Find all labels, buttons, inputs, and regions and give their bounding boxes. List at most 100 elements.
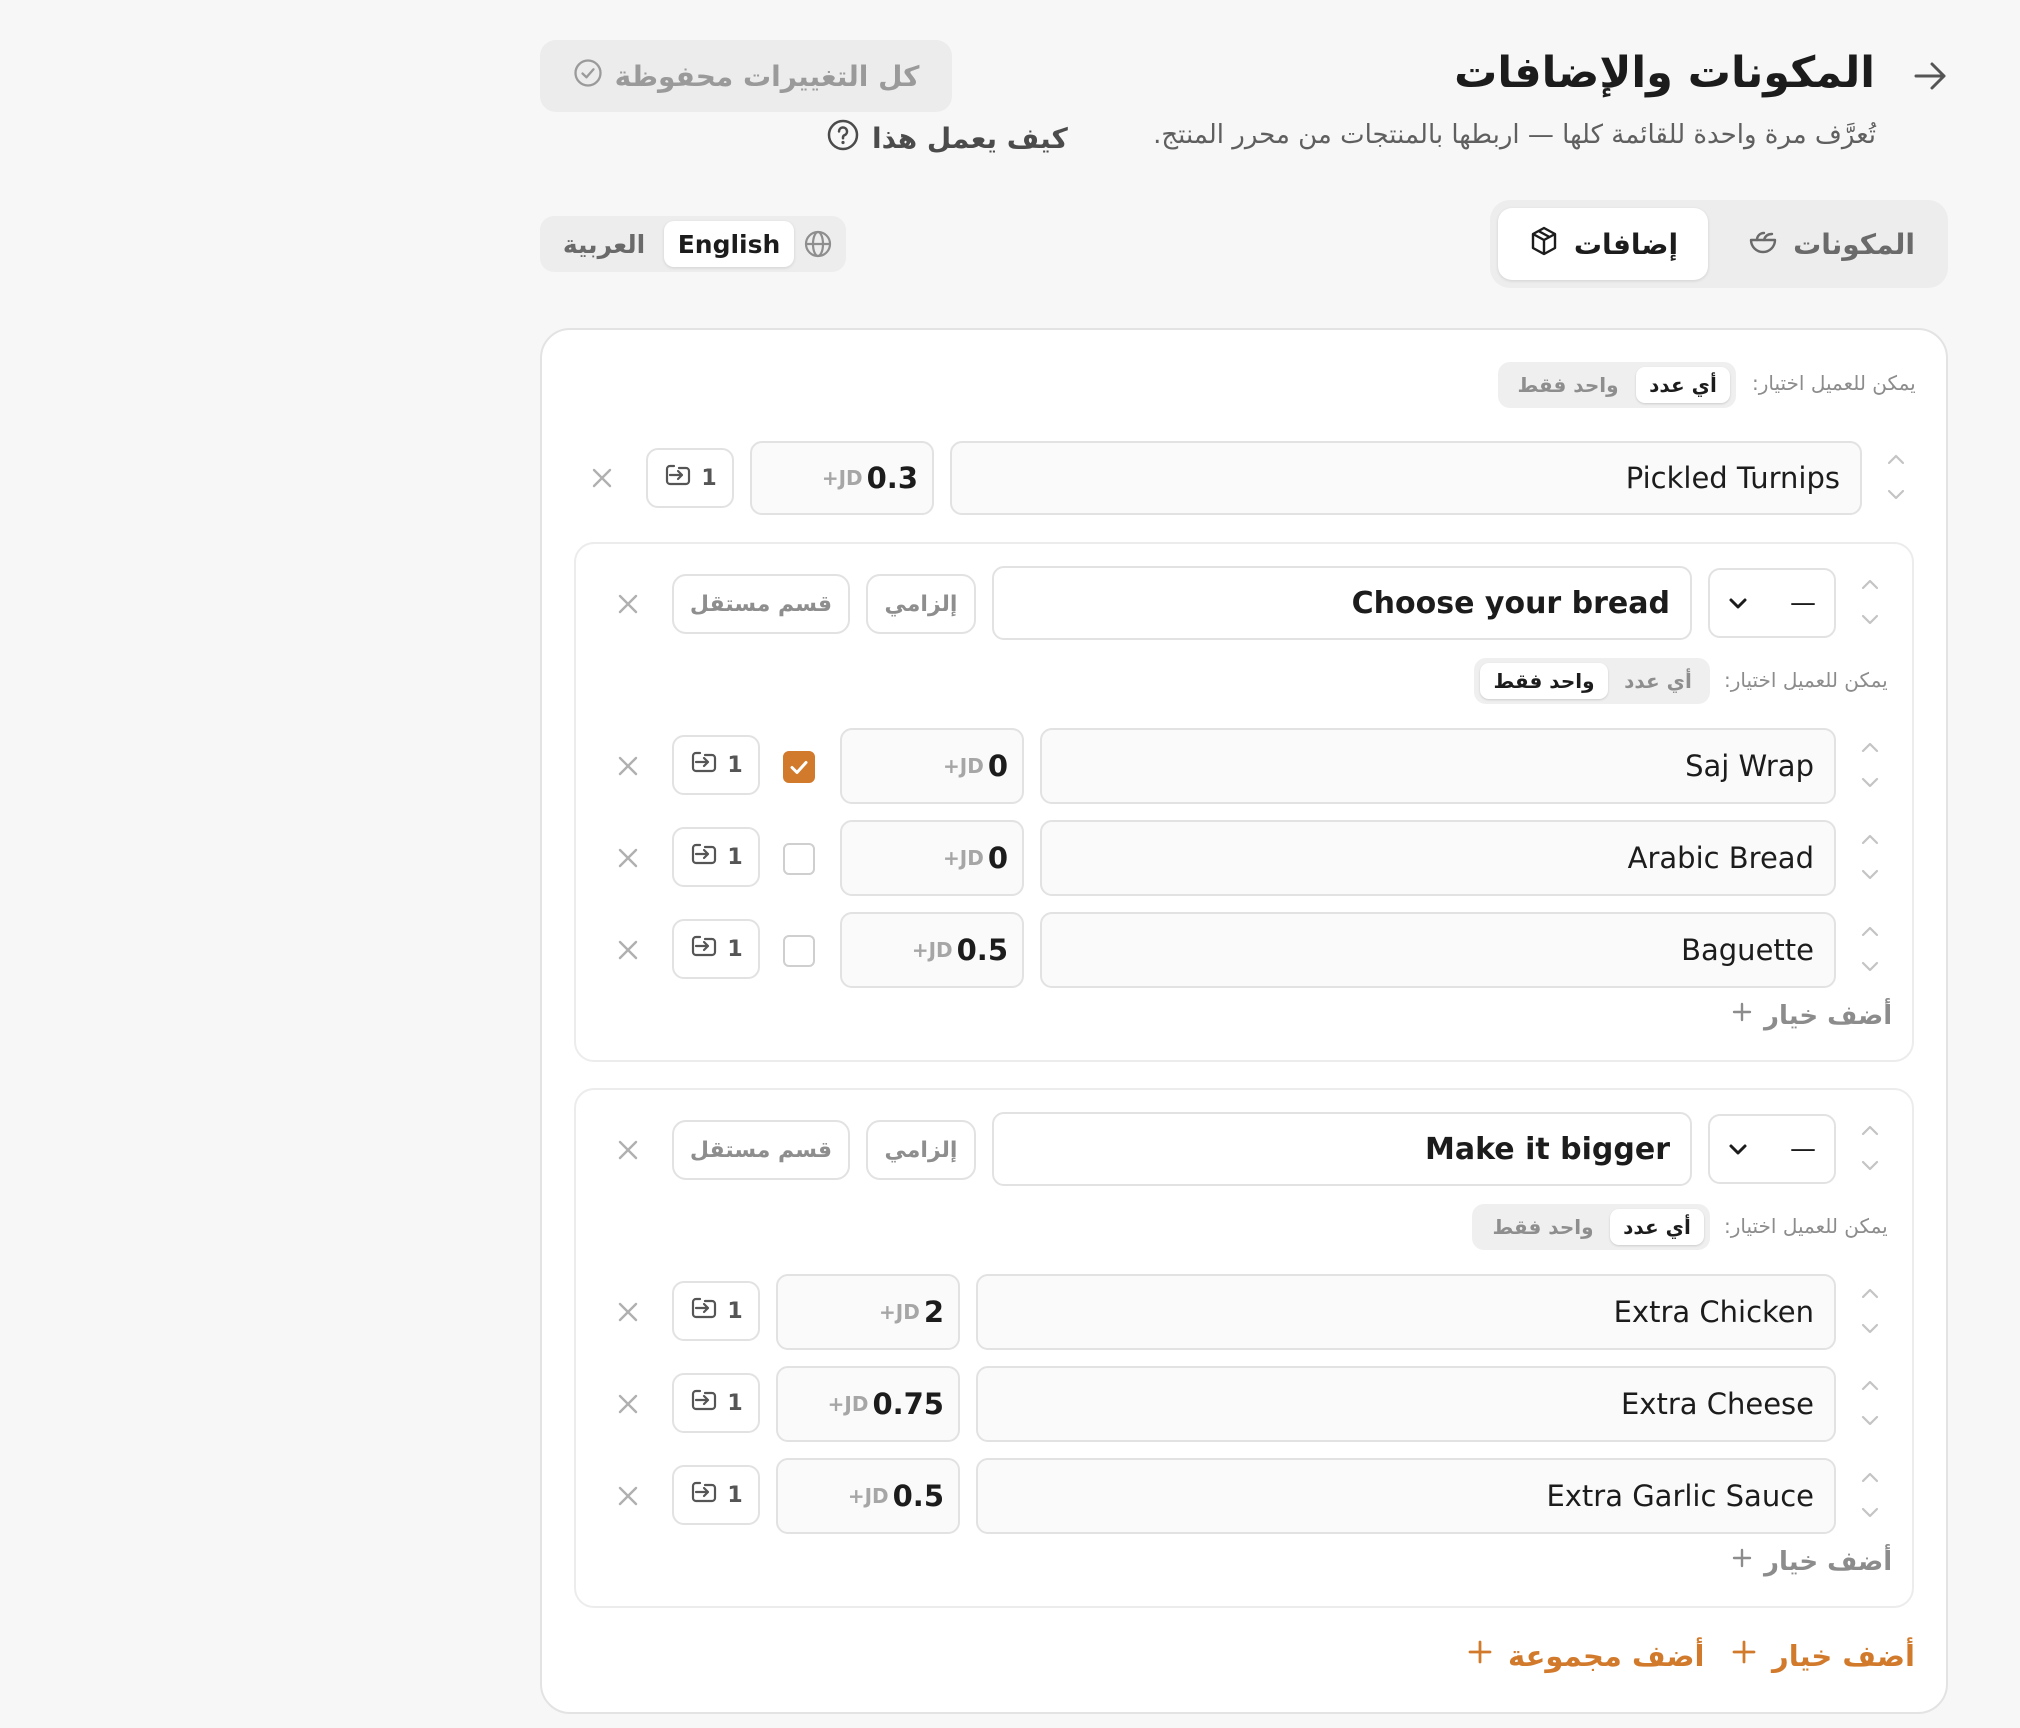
option-name-input[interactable]: Extra Cheese [976,1366,1836,1442]
remove-option-icon[interactable] [614,1298,642,1326]
option-price-input[interactable]: +JD 2 [776,1274,960,1350]
mode-only-one[interactable]: واحد فقط [1480,663,1608,699]
language-switch: English العربية [540,216,846,272]
option-name-input[interactable]: Saj Wrap [1040,728,1836,804]
separate-section-toggle[interactable]: قسم مستقل [672,1120,850,1180]
link-in-icon [689,933,719,965]
currency-label: +JD [943,754,984,778]
option-price-input[interactable]: +JD 0.3 [750,441,934,515]
quantity-link-chip[interactable]: 1 [672,919,760,979]
mode-any-number[interactable]: أي عدد [1610,1209,1704,1245]
page-subtitle: تُعرَّف مرة واحدة للقائمة كلها — اربطها … [1153,120,1876,150]
remove-group-icon[interactable] [614,1136,642,1164]
chevron-down-icon [1728,588,1748,618]
required-toggle[interactable]: إلزامي [866,574,976,634]
currency-label: +JD [879,1300,920,1324]
link-in-icon [689,1479,719,1511]
plus-icon [1730,1638,1758,1673]
quantity-link-chip[interactable]: 1 [672,827,760,887]
add-option-button[interactable]: أضف خيار [1730,1000,1892,1031]
save-status-badge: كل التغييرات محفوظة [540,40,952,112]
default-checkbox[interactable] [783,751,815,783]
separate-section-toggle[interactable]: قسم مستقل [672,574,850,634]
quantity-value: 1 [727,1390,743,1416]
plus-icon [1730,1546,1754,1577]
lang-option-english[interactable]: English [664,221,794,267]
option-name-text: Saj Wrap [1685,749,1814,783]
quantity-link-chip[interactable]: 1 [672,1465,760,1525]
mode-only-one[interactable]: واحد فقط [1480,1209,1606,1245]
add-group-button[interactable]: أضف مجموعة [1466,1638,1704,1673]
mode-any-number[interactable]: أي عدد [1612,663,1704,699]
group-name-input[interactable]: Choose your bread [992,566,1692,640]
price-value: 0.5 [892,1479,944,1513]
option-name-text: Extra Cheese [1620,1387,1814,1421]
group-type-dropdown[interactable]: — [1708,568,1836,638]
reorder-arrows[interactable] [1858,1283,1882,1339]
link-in-icon [689,1387,719,1419]
how-it-works-link[interactable]: كيف يعمل هذا [826,118,1068,159]
reorder-arrows[interactable] [1858,737,1882,793]
remove-group-icon[interactable] [614,590,642,618]
choose-mode-label: يمكن للعميل اختيار: [1724,1214,1888,1238]
option-name-input[interactable]: Pickled Turnips [950,441,1862,515]
option-price-input[interactable]: +JD 0.75 [776,1366,960,1442]
currency-label: +JD [911,938,953,962]
help-icon [826,118,860,159]
option-name-text: Pickled Turnips [1625,461,1840,495]
required-toggle[interactable]: إلزامي [866,1120,976,1180]
quantity-value: 1 [727,1482,743,1508]
group-reorder-arrows[interactable] [1858,574,1882,630]
quantity-link-chip[interactable]: 1 [646,448,734,508]
option-price-input[interactable]: +JD 0.5 [776,1458,960,1534]
back-arrow-icon[interactable] [1908,56,1952,96]
reorder-arrows[interactable] [1858,1467,1882,1523]
group-type-dropdown[interactable]: — [1708,1114,1836,1184]
option-name-input[interactable]: Arabic Bread [1040,820,1836,896]
option-price-input[interactable]: +JD 0 [840,820,1024,896]
add-option-footer-button[interactable]: أضف خيار [1730,1638,1915,1673]
plus-icon [1730,1000,1754,1031]
tab-ingredients-label: المكونات [1793,227,1915,261]
mode-only-one[interactable]: واحد فقط [1506,367,1630,403]
check-circle-icon [573,58,603,95]
link-in-icon [689,841,719,873]
group-name-input[interactable]: Make it bigger [992,1112,1692,1186]
option-name-input[interactable]: Extra Chicken [976,1274,1836,1350]
default-checkbox[interactable] [783,843,815,875]
remove-option-icon[interactable] [614,1390,642,1418]
save-status-text: كل التغييرات محفوظة [614,59,920,93]
add-option-button[interactable]: أضف خيار [1730,1546,1892,1577]
quantity-link-chip[interactable]: 1 [672,735,760,795]
remove-option-icon[interactable] [614,844,642,872]
group-reorder-arrows[interactable] [1858,1120,1882,1176]
chevron-down-icon [1728,1134,1748,1164]
tab-addons[interactable]: إضافات [1498,208,1708,280]
option-price-input[interactable]: +JD 0 [840,728,1024,804]
add-option-label: أضف خيار [1764,1546,1893,1577]
remove-option-icon[interactable] [614,1482,642,1510]
lang-option-arabic[interactable]: العربية [548,221,660,267]
add-option-label: أضف خيار [1764,1000,1893,1031]
tab-ingredients[interactable]: المكونات [1722,208,1940,280]
remove-option-icon[interactable] [614,936,642,964]
reorder-arrows[interactable] [1884,449,1908,505]
option-name-input[interactable]: Baguette [1040,912,1836,988]
remove-option-icon[interactable] [614,752,642,780]
how-it-works-label: كيف يعمل هذا [872,122,1068,155]
option-name-text: Extra Garlic Sauce [1546,1479,1814,1513]
remove-option-icon[interactable] [588,464,616,492]
option-price-input[interactable]: +JD 0.5 [840,912,1024,988]
quantity-link-chip[interactable]: 1 [672,1281,760,1341]
quantity-value: 1 [701,465,717,491]
quantity-link-chip[interactable]: 1 [672,1373,760,1433]
price-value: 0.5 [956,933,1008,967]
mode-any-number[interactable]: أي عدد [1636,367,1730,403]
default-checkbox[interactable] [783,935,815,967]
link-in-icon [689,749,719,781]
reorder-arrows[interactable] [1858,829,1882,885]
price-value: 2 [923,1295,944,1329]
option-name-input[interactable]: Extra Garlic Sauce [976,1458,1836,1534]
reorder-arrows[interactable] [1858,921,1882,977]
reorder-arrows[interactable] [1858,1375,1882,1431]
